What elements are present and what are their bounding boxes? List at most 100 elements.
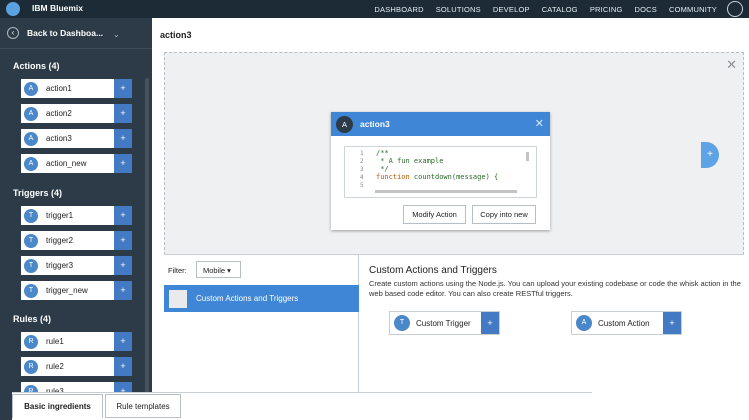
code-keyword: function: [376, 173, 410, 181]
filter-select[interactable]: Mobile ▾: [196, 261, 241, 278]
sidebar-item-label[interactable]: action1: [46, 84, 72, 93]
sidebar-item-label[interactable]: trigger1: [46, 211, 73, 220]
page-title: action3: [160, 30, 192, 40]
sidebar-item-action3[interactable]: Aaction3 +: [21, 129, 132, 148]
brand-name[interactable]: IBM Bluemix: [32, 3, 83, 13]
close-icon[interactable]: ✕: [726, 57, 737, 73]
plus-icon[interactable]: +: [663, 312, 681, 334]
nav-solutions[interactable]: SOLUTIONS: [436, 5, 481, 14]
action-card: A action3 ✕ 1 /** 2 * A fun example 3 */…: [331, 112, 550, 230]
section-triggers-title: Triggers (4): [13, 188, 63, 198]
nav-community[interactable]: COMMUNITY: [669, 5, 717, 14]
main-area: action3 ✕ A action3 ✕ 1 /** 2 * A fun ex…: [152, 18, 749, 420]
action-badge-icon: A: [24, 131, 38, 146]
trigger-badge-icon: T: [24, 283, 38, 298]
list-item-custom-actions[interactable]: Custom Actions and Triggers: [164, 285, 359, 312]
line-number: 2: [360, 158, 364, 165]
custom-action-tile[interactable]: A Custom Action +: [571, 311, 682, 335]
plus-icon[interactable]: +: [114, 357, 132, 376]
editor-horizontal-scrollbar[interactable]: [375, 190, 517, 193]
plus-icon[interactable]: +: [114, 332, 132, 351]
sidebar-item-label[interactable]: action_new: [46, 159, 86, 168]
action-badge-icon: A: [24, 81, 38, 96]
plus-icon[interactable]: +: [114, 206, 132, 225]
sidebar: ‹ Back to Dashboa... ⌄ Actions (4) Aacti…: [0, 18, 152, 420]
sidebar-item-rule1[interactable]: Rrule1 +: [21, 332, 132, 351]
ingredient-details: Custom Actions and Triggers Create custo…: [359, 255, 744, 413]
code-line[interactable]: /**: [376, 149, 389, 157]
sidebar-item-label[interactable]: trigger_new: [46, 286, 88, 295]
plus-icon[interactable]: +: [114, 154, 132, 173]
section-rules-title: Rules (4): [13, 314, 52, 324]
sidebar-item-action1[interactable]: Aaction1 +: [21, 79, 132, 98]
sidebar-item-rule2[interactable]: Rrule2 +: [21, 357, 132, 376]
action-card-header: A action3 ✕: [331, 112, 550, 136]
trigger-badge-icon: T: [394, 315, 410, 331]
back-to-dashboard[interactable]: ‹ Back to Dashboa... ⌄: [0, 18, 152, 49]
sidebar-item-trigger1[interactable]: Ttrigger1 +: [21, 206, 132, 225]
nav-docs[interactable]: DOCS: [634, 5, 656, 14]
top-bar: IBM Bluemix DASHBOARD SOLUTIONS DEVELOP …: [0, 0, 749, 18]
plus-icon[interactable]: +: [114, 256, 132, 275]
plus-icon[interactable]: +: [114, 104, 132, 123]
sidebar-item-label[interactable]: action3: [46, 134, 72, 143]
chevron-down-icon[interactable]: ⌄: [113, 30, 120, 39]
sidebar-item-trigger-new[interactable]: Ttrigger_new +: [21, 281, 132, 300]
plus-icon[interactable]: +: [114, 129, 132, 148]
copy-into-new-button[interactable]: Copy into new: [472, 205, 536, 224]
tab-basic-ingredients[interactable]: Basic ingredients: [12, 394, 103, 418]
action-badge-icon: A: [576, 315, 592, 331]
sidebar-item-label[interactable]: rule1: [46, 337, 64, 346]
plus-icon[interactable]: +: [481, 312, 499, 334]
back-label[interactable]: Back to Dashboa...: [27, 28, 103, 38]
plus-icon[interactable]: +: [114, 281, 132, 300]
line-number: 1: [360, 150, 364, 157]
trigger-badge-icon: T: [24, 233, 38, 248]
sidebar-item-label[interactable]: trigger3: [46, 261, 73, 270]
bluemix-logo-icon[interactable]: [6, 2, 20, 16]
sidebar-item-trigger3[interactable]: Ttrigger3 +: [21, 256, 132, 275]
action-badge-icon: A: [336, 115, 353, 133]
details-description: Create custom actions using the Node.js.…: [369, 279, 741, 298]
plus-icon[interactable]: +: [114, 79, 132, 98]
sidebar-scrollbar[interactable]: [145, 78, 149, 420]
custom-trigger-tile[interactable]: T Custom Trigger +: [389, 311, 500, 335]
nav-dashboard[interactable]: DASHBOARD: [374, 5, 423, 14]
nav-catalog[interactable]: CATALOG: [542, 5, 578, 14]
thumbnail-icon: [169, 289, 187, 308]
sidebar-item-trigger2[interactable]: Ttrigger2 +: [21, 231, 132, 250]
action-badge-icon: A: [24, 106, 38, 121]
trigger-badge-icon: T: [24, 208, 38, 223]
line-number: 5: [360, 182, 364, 189]
code-line[interactable]: */: [376, 165, 388, 173]
close-icon[interactable]: ✕: [535, 117, 544, 130]
action-badge-icon: A: [24, 156, 38, 171]
plus-icon[interactable]: +: [114, 231, 132, 250]
tile-label: Custom Trigger: [416, 318, 471, 328]
code-editor[interactable]: 1 /** 2 * A fun example 3 */ 4 function …: [344, 146, 537, 198]
code-line[interactable]: function countdown(message) {: [376, 173, 498, 181]
arrow-left-icon[interactable]: ‹: [7, 27, 19, 39]
rule-badge-icon: R: [24, 359, 38, 374]
sidebar-item-action2[interactable]: Aaction2 +: [21, 104, 132, 123]
tab-rule-templates[interactable]: Rule templates: [105, 394, 181, 418]
user-avatar-icon[interactable]: [727, 1, 743, 17]
rule-badge-icon: R: [24, 334, 38, 349]
sidebar-item-action-new[interactable]: Aaction_new +: [21, 154, 132, 173]
code-line[interactable]: * A fun example: [376, 157, 443, 165]
nav-pricing[interactable]: PRICING: [590, 5, 623, 14]
trigger-badge-icon: T: [24, 258, 38, 273]
code-text: countdown(message) {: [409, 173, 499, 181]
filter-label: Filter:: [168, 266, 187, 275]
editor-vertical-scrollbar[interactable]: [526, 152, 529, 161]
sidebar-item-label[interactable]: action2: [46, 109, 72, 118]
tile-label: Custom Action: [598, 318, 650, 328]
modify-action-button[interactable]: Modify Action: [403, 205, 466, 224]
sidebar-item-label[interactable]: trigger2: [46, 236, 73, 245]
filter-value: Mobile: [203, 266, 226, 275]
list-item-label: Custom Actions and Triggers: [196, 294, 299, 303]
line-number: 4: [360, 174, 364, 181]
details-heading: Custom Actions and Triggers: [369, 265, 497, 276]
sidebar-item-label[interactable]: rule2: [46, 362, 64, 371]
nav-develop[interactable]: DEVELOP: [493, 5, 530, 14]
